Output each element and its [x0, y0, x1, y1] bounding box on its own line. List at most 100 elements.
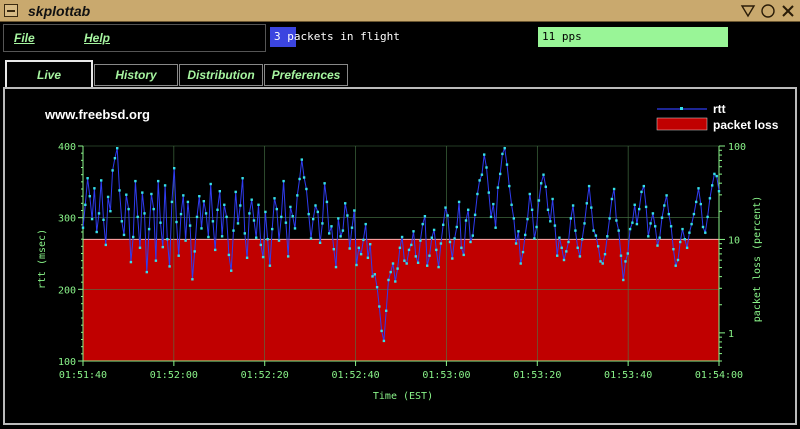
- rtt-point: [510, 203, 513, 206]
- rtt-point: [373, 273, 376, 276]
- rtt-point: [95, 230, 98, 234]
- rtt-point: [378, 305, 381, 308]
- rtt-point: [624, 260, 627, 263]
- rtt-point: [375, 286, 379, 289]
- window-menu-icon[interactable]: [4, 4, 18, 17]
- rtt-point: [603, 253, 607, 256]
- rtt-point: [398, 246, 402, 249]
- rtt-point: [330, 225, 333, 228]
- rtt-point: [654, 225, 657, 228]
- y-tick-label: 400: [58, 142, 76, 153]
- rtt-point: [293, 227, 297, 230]
- rtt-point: [462, 253, 465, 257]
- rtt-point: [298, 177, 301, 181]
- maximize-icon[interactable]: [760, 3, 776, 19]
- file-menu[interactable]: File: [14, 31, 35, 45]
- rtt-point: [177, 254, 180, 257]
- rtt-point: [129, 260, 133, 264]
- rtt-point: [289, 205, 292, 209]
- rtt-point: [496, 186, 500, 189]
- rtt-point: [341, 229, 345, 232]
- tab-preferences[interactable]: Preferences: [264, 64, 348, 86]
- rtt-point: [382, 339, 386, 343]
- rtt-point: [84, 203, 87, 206]
- rtt-point: [517, 230, 520, 233]
- rtt-point: [152, 207, 155, 211]
- rtt-point: [565, 250, 568, 253]
- rtt-point: [232, 229, 235, 232]
- legend-rtt-marker: [680, 107, 683, 110]
- tab-history[interactable]: History: [94, 64, 178, 86]
- rtt-point: [334, 265, 338, 269]
- rtt-point: [583, 222, 586, 225]
- rtt-point: [93, 187, 96, 190]
- title-bar[interactable]: skplottab: [0, 0, 800, 22]
- rtt-point: [355, 263, 358, 267]
- rtt-point: [535, 225, 538, 229]
- rtt-point: [558, 236, 561, 239]
- rtt-point: [469, 240, 472, 244]
- legend-packet-loss-label: packet loss: [713, 118, 779, 132]
- legend: rtt packet loss: [656, 102, 779, 132]
- rtt-point: [453, 237, 456, 240]
- rtt-point: [597, 245, 600, 248]
- rtt-point: [337, 217, 340, 220]
- rtt-point: [141, 191, 144, 194]
- rtt-point: [656, 244, 659, 247]
- rtt-point: [594, 234, 598, 237]
- y-axis-label: rtt (msec): [37, 229, 48, 289]
- tab-distribution[interactable]: Distribution: [179, 64, 263, 86]
- rtt-point: [380, 329, 383, 333]
- rtt-point: [489, 215, 493, 219]
- rtt-point: [291, 215, 294, 218]
- rtt-point: [590, 206, 593, 209]
- rtt-point: [314, 204, 317, 207]
- help-menu[interactable]: Help: [84, 31, 110, 45]
- rtt-point: [323, 182, 326, 185]
- rtt-point: [487, 191, 490, 194]
- tab-live[interactable]: Live: [5, 60, 93, 88]
- rtt-point: [268, 264, 272, 267]
- rtt-point: [410, 243, 413, 247]
- rtt-point: [651, 212, 655, 215]
- rtt-point: [612, 187, 616, 191]
- rtt-point: [711, 184, 714, 187]
- rtt-point: [660, 216, 664, 219]
- chart-title: www.freebsd.org: [44, 107, 150, 122]
- packets-in-flight-bar: 3 packets in flight: [270, 27, 530, 47]
- rtt-point: [428, 254, 431, 257]
- x-tick-label: 01:53:20: [513, 370, 561, 381]
- close-icon[interactable]: [780, 3, 796, 19]
- rtt-point: [446, 214, 449, 217]
- x-tick-label: 01:53:00: [422, 370, 470, 381]
- rtt-point: [501, 152, 504, 156]
- rtt-point: [549, 220, 552, 223]
- rtt-point: [419, 239, 422, 242]
- rtt-point: [556, 254, 559, 257]
- rtt-point: [569, 217, 572, 220]
- rtt-point: [505, 163, 509, 166]
- rtt-point: [252, 219, 256, 222]
- rtt-point: [576, 246, 579, 249]
- rtt-point: [701, 225, 705, 229]
- rtt-point: [644, 205, 648, 209]
- rtt-point: [307, 212, 310, 216]
- rtt-point: [631, 221, 634, 224]
- x-tick-label: 01:54:00: [695, 370, 743, 381]
- rtt-point: [227, 253, 231, 257]
- pps-label: 11 pps: [542, 30, 582, 43]
- rtt-point: [437, 265, 440, 269]
- rtt-point: [136, 215, 139, 219]
- rtt-point: [688, 231, 691, 234]
- rtt-point: [485, 166, 488, 169]
- rtt-point: [166, 238, 169, 241]
- minimize-icon[interactable]: [740, 3, 756, 19]
- rtt-point: [697, 187, 700, 190]
- rtt-point: [551, 197, 554, 201]
- rtt-point: [257, 203, 260, 206]
- rtt-point: [622, 278, 625, 282]
- rtt-point: [665, 194, 668, 197]
- rtt-point: [113, 157, 117, 160]
- rtt-point: [277, 239, 281, 242]
- rtt-point: [191, 278, 194, 281]
